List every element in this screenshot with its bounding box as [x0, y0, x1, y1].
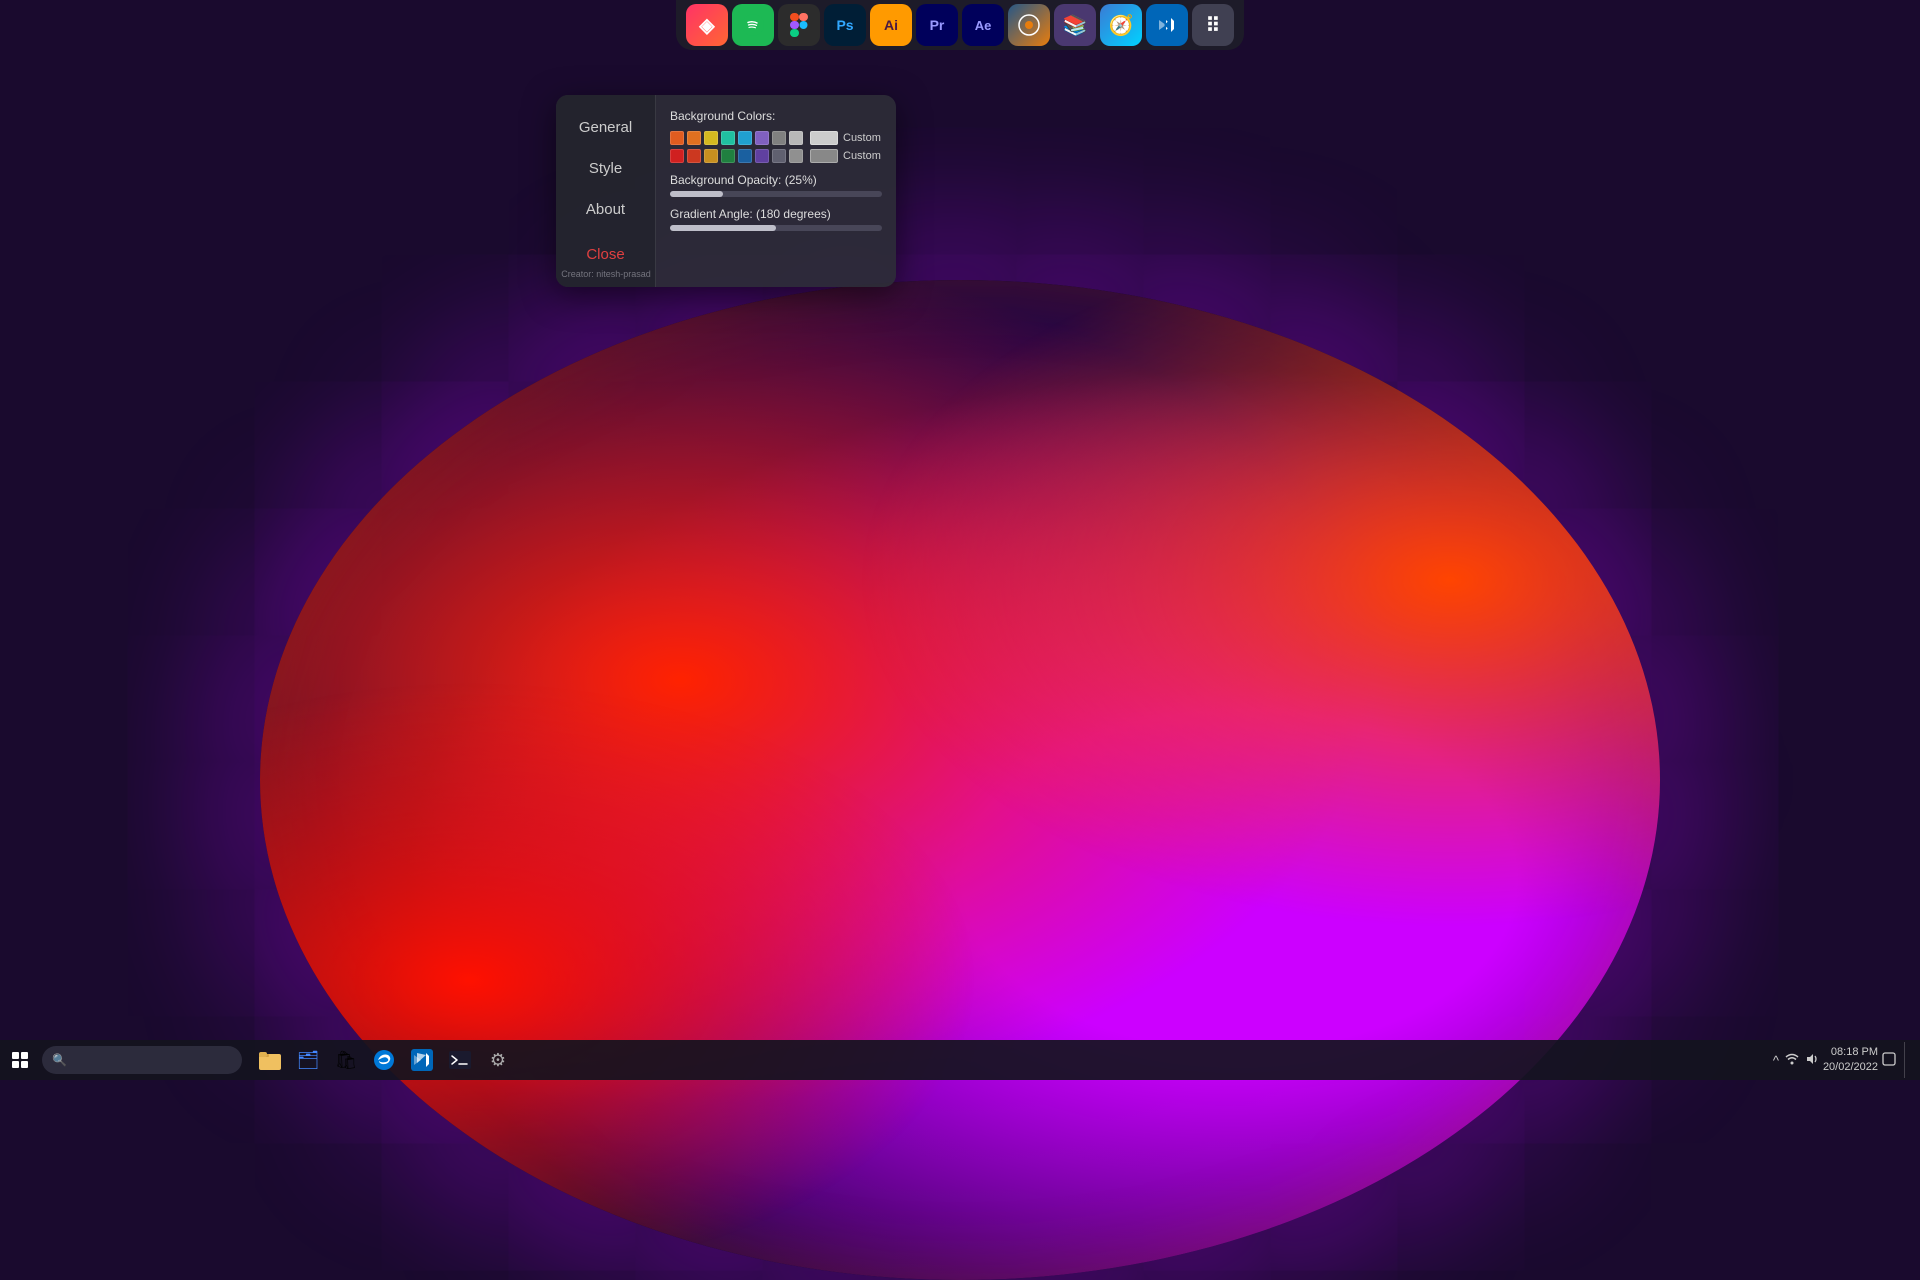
top-taskbar: ◈ Ps Ai Pr Ae 📚 🧭 ⠿: [676, 0, 1244, 50]
color-row-1: Custom: [670, 131, 882, 145]
opacity-slider-fill: [670, 191, 723, 197]
taskbar-icon-photoshop[interactable]: Ps: [824, 4, 866, 46]
tray-notification[interactable]: [1882, 1052, 1896, 1069]
bottom-taskbar: 🔍 🗂 🛍 ⚙ ^ 08:18 PM: [0, 1040, 1920, 1080]
color-swatch-2-7[interactable]: [772, 149, 786, 163]
taskbar-file-manager[interactable]: 🗂: [290, 1042, 326, 1078]
system-clock[interactable]: 08:18 PM 20/02/2022: [1823, 1045, 1878, 1076]
windows-logo-icon: [12, 1052, 28, 1068]
taskbar-icon-blender[interactable]: [1008, 4, 1050, 46]
taskbar-icon-illustrator[interactable]: Ai: [870, 4, 912, 46]
custom-color-box-1[interactable]: [810, 131, 838, 145]
clock-time: 08:18 PM: [1823, 1045, 1878, 1060]
color-row-2: Custom: [670, 149, 882, 163]
show-desktop-button[interactable]: [1904, 1042, 1910, 1078]
settings-content: Background Colors: Custom Custom: [656, 95, 896, 287]
tray-chevron[interactable]: ^: [1773, 1053, 1779, 1068]
color-swatch-2-5[interactable]: [738, 149, 752, 163]
taskbar-icon-figma[interactable]: [778, 4, 820, 46]
color-swatch-1-3[interactable]: [704, 131, 718, 145]
settings-sidebar: General Style About Close Creator: nites…: [556, 95, 656, 287]
color-swatch-1-6[interactable]: [755, 131, 769, 145]
color-swatch-2-8[interactable]: [789, 149, 803, 163]
opacity-label: Background Opacity: (25%): [670, 173, 882, 187]
color-swatch-2-6[interactable]: [755, 149, 769, 163]
taskbar-settings-bottom[interactable]: ⚙: [480, 1042, 516, 1078]
tray-network[interactable]: [1785, 1052, 1799, 1069]
taskbar-vscode-bottom[interactable]: [404, 1042, 440, 1078]
settings-dialog: General Style About Close Creator: nites…: [556, 95, 896, 287]
color-swatch-1-4[interactable]: [721, 131, 735, 145]
bg-colors-label: Background Colors:: [670, 109, 882, 123]
custom-color-box-2[interactable]: [810, 149, 838, 163]
taskbar-search[interactable]: 🔍: [42, 1046, 242, 1074]
taskbar-right: ^ 08:18 PM 20/02/2022: [1773, 1042, 1920, 1078]
color-swatch-2-3[interactable]: [704, 149, 718, 163]
color-swatch-1-8[interactable]: [789, 131, 803, 145]
clock-date: 20/02/2022: [1823, 1060, 1878, 1075]
angle-label: Gradient Angle: (180 degrees): [670, 207, 882, 221]
color-swatch-1-2[interactable]: [687, 131, 701, 145]
taskbar-file-explorer[interactable]: [252, 1042, 288, 1078]
taskbar-terminal[interactable]: [442, 1042, 478, 1078]
taskbar-icon-menu[interactable]: ⠿: [1192, 4, 1234, 46]
taskbar-store[interactable]: 🛍: [328, 1042, 364, 1078]
search-icon: 🔍: [52, 1053, 67, 1067]
color-swatch-2-1[interactable]: [670, 149, 684, 163]
angle-slider-fill: [670, 225, 776, 231]
nav-about[interactable]: About: [556, 189, 655, 230]
background-sphere: [260, 280, 1660, 1280]
taskbar-icon-linearity[interactable]: ◈: [686, 4, 728, 46]
angle-section: Gradient Angle: (180 degrees): [670, 207, 882, 231]
color-swatch-1-5[interactable]: [738, 131, 752, 145]
creator-label: Creator: nitesh-prasad: [556, 269, 656, 279]
color-swatch-1-1[interactable]: [670, 131, 684, 145]
tray-volume[interactable]: [1805, 1052, 1819, 1069]
angle-slider-track[interactable]: [670, 225, 882, 231]
taskbar-icon-aftereffects[interactable]: Ae: [962, 4, 1004, 46]
opacity-section: Background Opacity: (25%): [670, 173, 882, 197]
taskbar-icon-spotify[interactable]: [732, 4, 774, 46]
nav-style[interactable]: Style: [556, 148, 655, 189]
start-button[interactable]: [0, 1040, 40, 1080]
color-swatch-2-2[interactable]: [687, 149, 701, 163]
taskbar-icon-books[interactable]: 📚: [1054, 4, 1096, 46]
taskbar-icon-compass[interactable]: 🧭: [1100, 4, 1142, 46]
custom-label-2: Custom: [843, 150, 881, 162]
taskbar-icon-vscode[interactable]: [1146, 4, 1188, 46]
system-tray: ^: [1773, 1052, 1819, 1069]
color-swatch-2-4[interactable]: [721, 149, 735, 163]
taskbar-icon-premiere[interactable]: Pr: [916, 4, 958, 46]
taskbar-middle-icons: 🗂 🛍 ⚙: [252, 1042, 516, 1078]
color-swatch-1-7[interactable]: [772, 131, 786, 145]
custom-label-1: Custom: [843, 132, 881, 144]
opacity-slider-track[interactable]: [670, 191, 882, 197]
nav-general[interactable]: General: [556, 107, 655, 148]
taskbar-edge[interactable]: [366, 1042, 402, 1078]
